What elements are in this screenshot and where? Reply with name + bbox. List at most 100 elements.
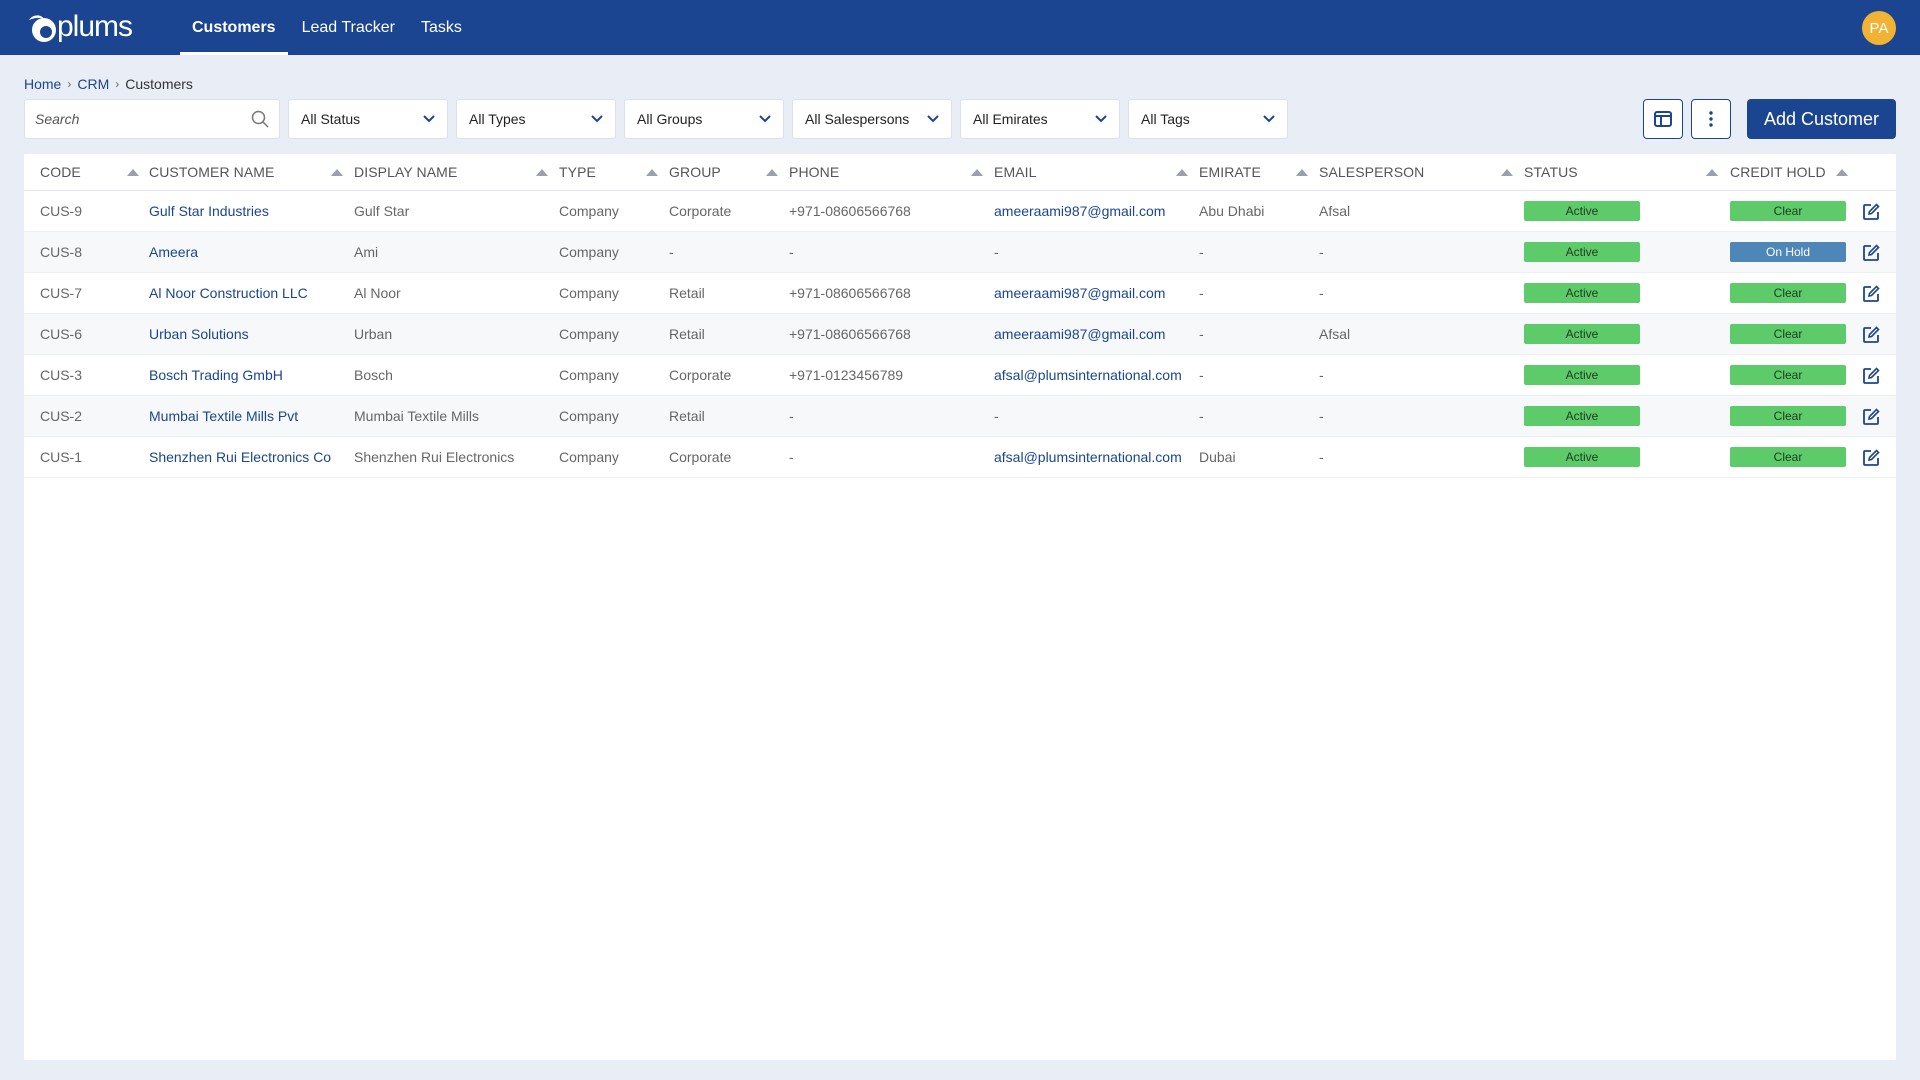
header-code[interactable]: CODE — [40, 154, 81, 190]
header-status[interactable]: STATUS — [1524, 154, 1578, 190]
salespersons-filter[interactable]: All Salespersons — [792, 99, 952, 139]
sort-icon[interactable] — [1706, 169, 1718, 176]
table-row[interactable]: CUS-7 Al Noor Construction LLC Al Noor C… — [24, 273, 1896, 314]
breadcrumb-crm[interactable]: CRM — [77, 76, 109, 92]
header-emirate[interactable]: EMIRATE — [1199, 154, 1261, 190]
cell-emirate: - — [1199, 285, 1204, 301]
plum-logo-icon — [29, 15, 56, 42]
top-nav-bar: plums Customers Lead Tracker Tasks PA — [0, 0, 1920, 55]
sort-icon[interactable] — [1501, 169, 1513, 176]
cell-customer-name[interactable]: Gulf Star Industries — [149, 191, 269, 231]
cell-customer-name[interactable]: Al Noor Construction LLC — [149, 273, 308, 313]
columns-button[interactable] — [1643, 99, 1683, 139]
sort-icon[interactable] — [127, 169, 139, 176]
table-row[interactable]: CUS-9 Gulf Star Industries Gulf Star Com… — [24, 191, 1896, 232]
tags-filter[interactable]: All Tags — [1128, 99, 1288, 139]
chevron-right-icon: › — [115, 77, 120, 91]
cell-salesperson: Afsal — [1319, 203, 1351, 219]
table-row[interactable]: CUS-2 Mumbai Textile Mills Pvt Mumbai Te… — [24, 396, 1896, 437]
edit-icon[interactable] — [1862, 244, 1880, 262]
edit-icon[interactable] — [1862, 326, 1880, 344]
groups-filter[interactable]: All Groups — [624, 99, 784, 139]
cell-customer-name[interactable]: Ameera — [149, 232, 198, 272]
cell-emirate: - — [1199, 244, 1204, 260]
table-row[interactable]: CUS-8 Ameera Ami Company - - - - - Activ… — [24, 232, 1896, 273]
edit-icon[interactable] — [1862, 203, 1880, 221]
cell-type: Company — [559, 285, 619, 301]
nav-tasks[interactable]: Tasks — [409, 0, 474, 55]
status-badge: Active — [1524, 406, 1640, 426]
status-badge: Active — [1524, 365, 1640, 385]
header-phone[interactable]: PHONE — [789, 154, 839, 190]
sort-icon[interactable] — [1836, 169, 1848, 176]
cell-customer-name[interactable]: Shenzhen Rui Electronics Co — [149, 437, 331, 477]
edit-icon[interactable] — [1862, 285, 1880, 303]
more-options-button[interactable] — [1691, 99, 1731, 139]
cell-type: Company — [559, 449, 619, 465]
edit-icon[interactable] — [1862, 408, 1880, 426]
edit-icon[interactable] — [1862, 449, 1880, 467]
search-icon[interactable] — [251, 110, 269, 128]
cell-code: CUS-6 — [40, 326, 83, 342]
breadcrumb-home[interactable]: Home — [24, 76, 61, 92]
sort-icon[interactable] — [331, 169, 343, 176]
search-input[interactable] — [35, 111, 251, 127]
credit-hold-badge: Clear — [1730, 283, 1846, 303]
cell-code: CUS-8 — [40, 244, 83, 260]
cell-type: Company — [559, 367, 619, 383]
cell-email[interactable]: ameeraami987@gmail.com — [994, 191, 1165, 231]
cell-salesperson: - — [1319, 408, 1324, 424]
filter-bar: All Status All Types All Groups All Sale… — [24, 99, 1296, 139]
cell-customer-name[interactable]: Urban Solutions — [149, 314, 249, 354]
chevron-down-icon — [1095, 115, 1107, 123]
header-email[interactable]: EMAIL — [994, 154, 1037, 190]
emirates-filter[interactable]: All Emirates — [960, 99, 1120, 139]
cell-customer-name[interactable]: Mumbai Textile Mills Pvt — [149, 396, 298, 436]
header-group[interactable]: GROUP — [669, 154, 721, 190]
header-salesperson[interactable]: SALESPERSON — [1319, 154, 1424, 190]
sort-icon[interactable] — [766, 169, 778, 176]
cell-email[interactable]: afsal@plumsinternational.com — [994, 355, 1182, 395]
sort-icon[interactable] — [971, 169, 983, 176]
breadcrumb-current: Customers — [125, 76, 193, 92]
header-type[interactable]: TYPE — [559, 154, 596, 190]
sort-icon[interactable] — [1176, 169, 1188, 176]
sort-icon[interactable] — [646, 169, 658, 176]
breadcrumb: Home › CRM › Customers — [24, 76, 193, 92]
sort-icon[interactable] — [1296, 169, 1308, 176]
cell-display-name: Bosch — [354, 367, 393, 383]
table-row[interactable]: CUS-3 Bosch Trading GmbH Bosch Company C… — [24, 355, 1896, 396]
credit-hold-badge: Clear — [1730, 447, 1846, 467]
sort-icon[interactable] — [536, 169, 548, 176]
table-row[interactable]: CUS-1 Shenzhen Rui Electronics Co Shenzh… — [24, 437, 1896, 478]
cell-customer-name[interactable]: Bosch Trading GmbH — [149, 355, 283, 395]
cell-group: Corporate — [669, 203, 732, 219]
search-box[interactable] — [24, 99, 280, 139]
header-credit-hold[interactable]: CREDIT HOLD — [1730, 154, 1826, 190]
types-filter-value: All Types — [469, 111, 526, 127]
nav-customers[interactable]: Customers — [180, 0, 288, 55]
chevron-right-icon: › — [67, 77, 72, 91]
credit-hold-badge: Clear — [1730, 406, 1846, 426]
status-filter[interactable]: All Status — [288, 99, 448, 139]
cell-email[interactable]: afsal@plumsinternational.com — [994, 437, 1182, 477]
cell-group: Retail — [669, 408, 705, 424]
table-header-row: CODE CUSTOMER NAME DISPLAY NAME TYPE GRO… — [24, 154, 1896, 191]
header-display-name[interactable]: DISPLAY NAME — [354, 154, 457, 190]
cell-display-name: Urban — [354, 326, 393, 342]
cell-group: Corporate — [669, 367, 732, 383]
cell-email[interactable]: ameeraami987@gmail.com — [994, 314, 1165, 354]
types-filter[interactable]: All Types — [456, 99, 616, 139]
nav-lead-tracker[interactable]: Lead Tracker — [290, 0, 407, 55]
status-badge: Active — [1524, 447, 1640, 467]
cell-email[interactable]: ameeraami987@gmail.com — [994, 273, 1165, 313]
cell-emirate: - — [1199, 326, 1204, 342]
chevron-down-icon — [759, 115, 771, 123]
user-avatar[interactable]: PA — [1862, 11, 1896, 45]
table-row[interactable]: CUS-6 Urban Solutions Urban Company Reta… — [24, 314, 1896, 355]
plums-logo[interactable]: plums — [25, 9, 133, 45]
edit-icon[interactable] — [1862, 367, 1880, 385]
main-nav: Customers Lead Tracker Tasks — [180, 0, 476, 55]
add-customer-button[interactable]: Add Customer — [1747, 99, 1896, 139]
header-customer-name[interactable]: CUSTOMER NAME — [149, 154, 275, 190]
